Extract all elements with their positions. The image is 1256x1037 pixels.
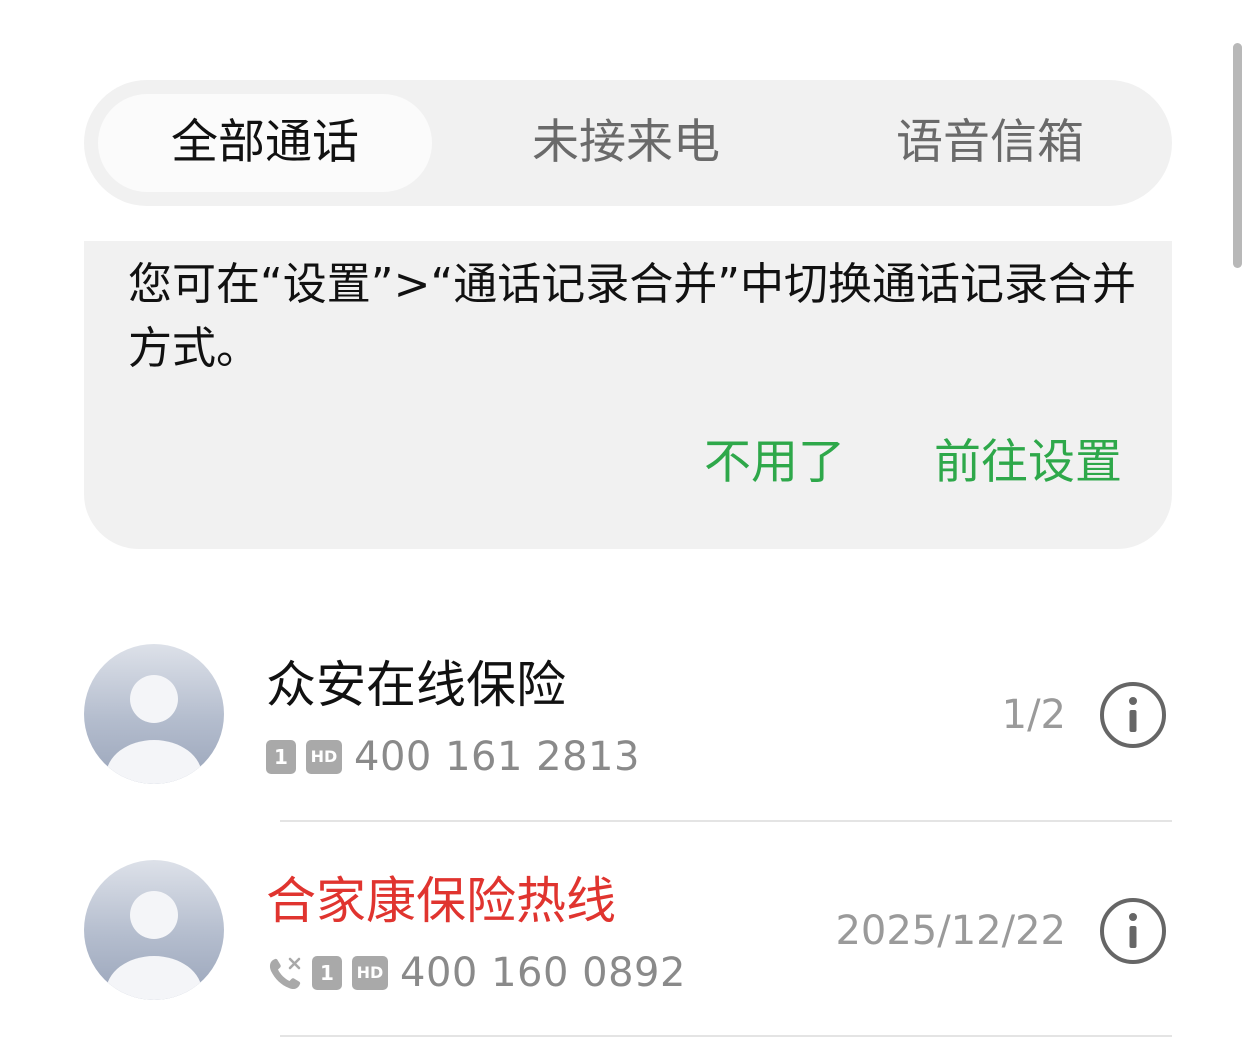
call-log-page: 全部通话 未接来电 语音信箱 您可在“设置”>“通话记录合并”中切换通话记录合并… bbox=[0, 0, 1256, 1037]
missed-call-icon bbox=[269, 957, 301, 990]
call-meta: 1 HD 400 161 2813 bbox=[266, 730, 640, 784]
phone-number: 400 161 2813 bbox=[354, 734, 640, 780]
contact-name: 合家康保险热线 bbox=[266, 872, 616, 930]
hd-icon: HD bbox=[352, 956, 388, 990]
hd-icon: HD bbox=[306, 740, 342, 774]
call-date: 2025/12/22 bbox=[835, 908, 1066, 954]
call-filter-tabs: 全部通话 未接来电 语音信箱 bbox=[84, 80, 1172, 206]
phone-number: 400 160 0892 bbox=[400, 950, 686, 996]
info-icon[interactable] bbox=[1098, 680, 1168, 750]
call-log-row[interactable]: 众安在线保险 1 HD 400 161 2813 1/2 bbox=[0, 630, 1256, 800]
tab-missed-calls[interactable]: 未接来电 bbox=[448, 80, 804, 206]
default-person-icon bbox=[106, 675, 202, 784]
default-person-icon bbox=[106, 891, 202, 1000]
dismiss-button[interactable]: 不用了 bbox=[704, 431, 845, 495]
call-meta: 1 HD 400 160 0892 bbox=[266, 946, 686, 1000]
info-icon[interactable] bbox=[1098, 896, 1168, 966]
notice-message: 您可在“设置”>“通话记录合并”中切换通话记录合并方式。 bbox=[128, 259, 1137, 374]
sim-1-icon: 1 bbox=[266, 740, 296, 774]
tab-all-calls[interactable]: 全部通话 bbox=[98, 80, 432, 206]
call-count: 1/2 bbox=[1001, 692, 1066, 738]
sim-1-icon: 1 bbox=[312, 956, 342, 990]
row-divider bbox=[280, 820, 1172, 822]
go-to-settings-button[interactable]: 前往设置 bbox=[934, 431, 1122, 495]
contact-name: 众安在线保险 bbox=[266, 656, 566, 714]
call-log-row[interactable]: 合家康保险热线 1 HD 400 160 0892 2025/12/22 bbox=[0, 846, 1256, 1016]
scrollbar[interactable] bbox=[1233, 43, 1242, 268]
tab-voicemail[interactable]: 语音信箱 bbox=[808, 80, 1172, 206]
merge-settings-notice: 您可在“设置”>“通话记录合并”中切换通话记录合并方式。 不用了 前往设置 bbox=[84, 241, 1172, 549]
avatar bbox=[84, 644, 224, 784]
avatar bbox=[84, 860, 224, 1000]
